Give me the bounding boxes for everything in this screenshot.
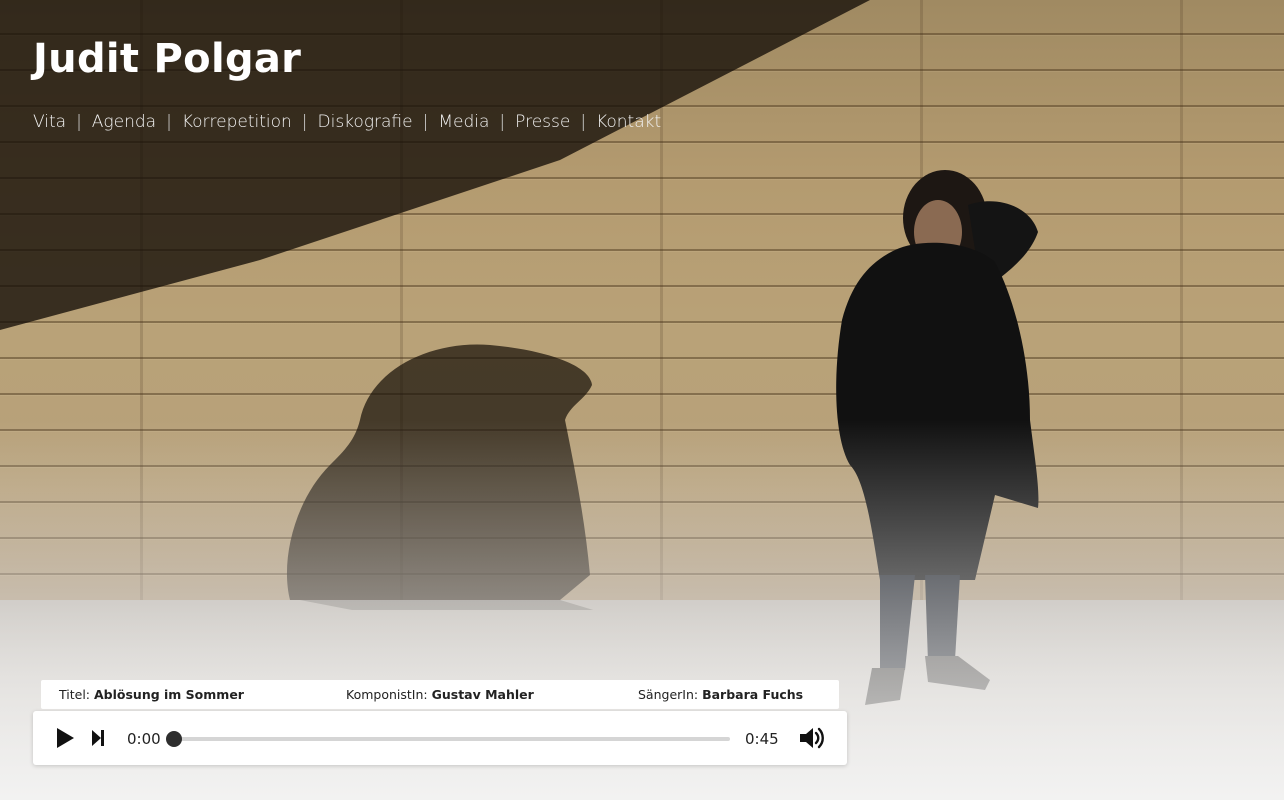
nav-separator: | <box>76 112 82 132</box>
nav-item-media[interactable]: Media <box>438 112 489 132</box>
site-title[interactable]: Judit Polgar <box>33 36 301 82</box>
track-singer-field: SängerIn: Barbara Fuchs <box>638 687 803 702</box>
volume-icon <box>800 727 824 749</box>
track-title-label: Titel: <box>59 687 90 702</box>
play-button[interactable] <box>55 727 75 754</box>
skip-next-icon <box>92 730 104 746</box>
track-info-bar: Titel: Ablösung im Sommer KomponistIn: G… <box>41 680 839 709</box>
nav-item-presse[interactable]: Presse <box>515 112 570 132</box>
duration: 0:45 <box>745 730 779 748</box>
nav-item-vita[interactable]: Vita <box>33 112 66 132</box>
main-nav: Vita | Agenda | Korrepetition | Diskogra… <box>33 112 661 132</box>
nav-item-diskografie[interactable]: Diskografie <box>318 112 413 132</box>
track-composer-field: KomponistIn: Gustav Mahler <box>346 687 534 702</box>
seek-thumb[interactable] <box>166 731 182 747</box>
track-title-field: Titel: Ablösung im Sommer <box>59 687 244 702</box>
next-track-button[interactable] <box>90 729 106 752</box>
nav-item-korrepetition[interactable]: Korrepetition <box>182 112 292 132</box>
nav-separator: | <box>422 112 429 132</box>
volume-button[interactable] <box>798 725 826 756</box>
track-singer: Barbara Fuchs <box>702 687 804 702</box>
track-composer: Gustav Mahler <box>431 687 534 702</box>
track-singer-label: SängerIn: <box>638 687 699 702</box>
nav-item-agenda[interactable]: Agenda <box>92 112 156 132</box>
seek-bar[interactable] <box>166 731 730 747</box>
nav-separator: | <box>499 112 506 132</box>
nav-separator: | <box>301 112 308 132</box>
nav-item-kontakt[interactable]: Kontakt <box>596 112 661 132</box>
nav-separator: | <box>580 112 587 132</box>
nav-separator: | <box>166 112 172 132</box>
track-composer-label: KomponistIn: <box>346 687 428 702</box>
current-time: 0:00 <box>127 730 161 748</box>
track-title: Ablösung im Sommer <box>93 687 244 702</box>
play-icon <box>57 728 74 748</box>
audio-player: 0:00 0:45 <box>33 711 847 765</box>
